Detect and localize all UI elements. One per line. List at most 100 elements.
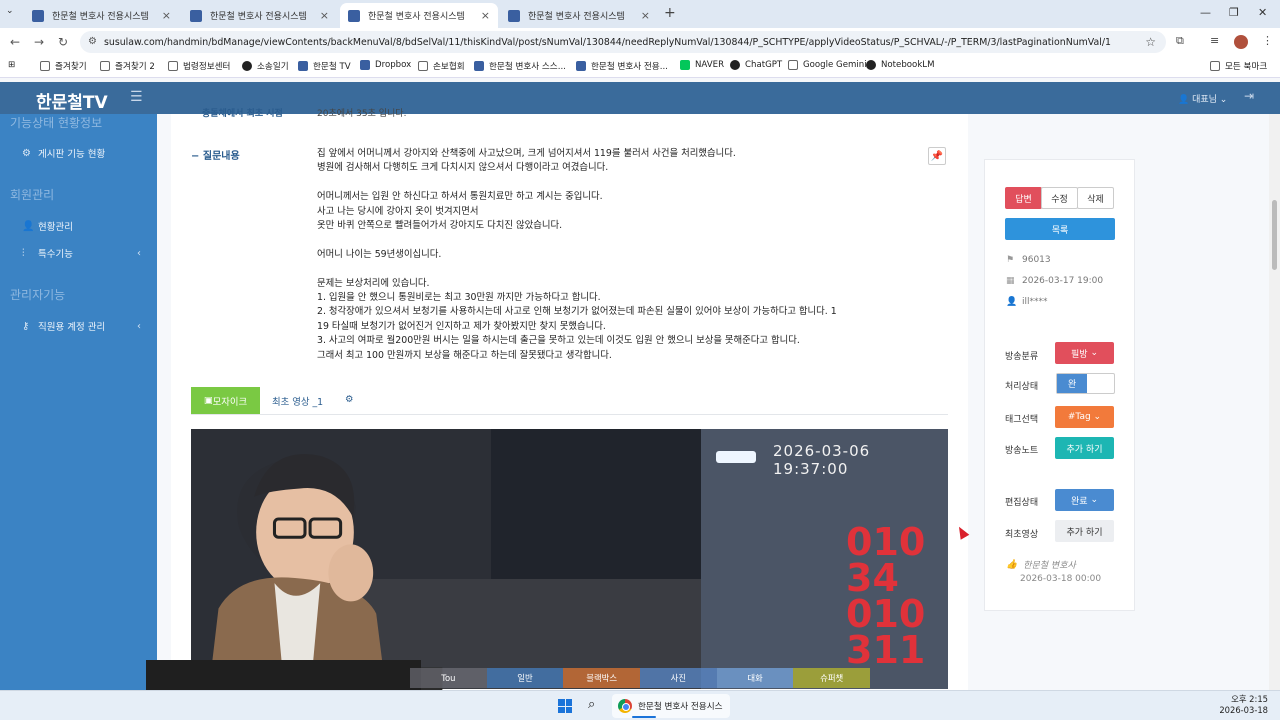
sidebar: 기능상태 현황정보 ⚙ 게시판 기능 현황 회원관리 👤 현황관리 ⫶ 특수기능 ‹ … [0, 114, 157, 690]
sidebar-item-label: 현황관리 [38, 222, 73, 233]
sidebar-item-special[interactable]: ⫶ 특수기능 ‹ [22, 246, 141, 261]
tab-search-icon[interactable]: ⌄ [6, 6, 14, 16]
bookmark-star-icon[interactable]: ☆ [1145, 35, 1156, 49]
sidebar-item-board-status[interactable]: ⚙ 게시판 기능 현황 [22, 146, 105, 161]
category-tou[interactable]: Tou [410, 668, 487, 688]
windows-start-icon[interactable] [558, 699, 572, 713]
reply-button[interactable]: 답변 [1005, 187, 1042, 209]
process-status-toggle[interactable]: 완 [1056, 373, 1115, 394]
site-favicon-icon [508, 9, 520, 22]
settings-gear-icon[interactable]: ⚙ [345, 394, 353, 405]
close-tab-icon[interactable]: × [641, 9, 650, 22]
bookmark-link[interactable]: 한문철 TV [298, 60, 351, 72]
edit-button[interactable]: 수정 [1041, 187, 1078, 209]
broadcast-note-label: 방송노트 [1005, 446, 1039, 456]
category-general[interactable]: 일반 [486, 668, 564, 688]
minimize-icon[interactable]: — [1200, 6, 1211, 19]
dropdown-value: 완료 [1071, 496, 1088, 507]
sidebar-section-title: 관리자기능 [10, 288, 66, 302]
close-window-icon[interactable]: ✕ [1258, 6, 1267, 19]
bookmark-link[interactable]: ChatGPT [730, 60, 782, 70]
user-menu[interactable]: 👤 대표님 ⌄ [1178, 92, 1227, 105]
sidebar-item-staff-accounts[interactable]: ⚷ 직원용 계정 관리 ‹ [22, 319, 141, 334]
question-line: 옷만 바퀴 안쪽으로 빨려들어가서 강아지도 다치진 않았습니다. [317, 220, 563, 232]
chrome-profile-avatar[interactable] [1234, 35, 1248, 49]
question-line: 3. 사고의 여파로 월200만원 버시는 일을 하시는데 출근을 못하고 있는… [317, 335, 800, 347]
new-tab-plus-icon[interactable]: + [664, 5, 676, 21]
field-label: 충돌체에서 최초 시점 [202, 109, 283, 119]
bookmark-label: 한문철 TV [313, 62, 351, 72]
bookmark-link[interactable]: 소송일기 [242, 60, 289, 72]
reading-list-icon[interactable]: ≡ [1210, 34, 1219, 47]
video-sign-text: 010 34 010 311 [846, 520, 926, 672]
browser-tab-active[interactable]: 한문철 변호사 전용시스템 × [340, 3, 498, 28]
reload-icon[interactable]: ↻ [58, 35, 68, 49]
bookmark-link[interactable]: NotebookLM [866, 60, 935, 70]
site-info-icon[interactable]: ⚙ [88, 36, 97, 47]
category-blackbox[interactable]: 블랙박스 [563, 668, 641, 688]
bookmark-folder[interactable]: 즐겨찾기 2 [100, 60, 155, 72]
user-name: 대표님 [1192, 95, 1217, 105]
system-clock[interactable]: 오후 2:15 2026-03-18 [1219, 694, 1268, 716]
site-icon [242, 61, 252, 71]
bookmark-folder[interactable]: 즐겨찾기 [40, 60, 87, 72]
hamburger-menu-icon[interactable]: ☰ [130, 89, 143, 105]
bookmark-link[interactable]: 손보협회 [418, 60, 465, 72]
back-arrow-icon[interactable]: ← [10, 35, 20, 49]
answer-author-name: 한문철 변호사 [1023, 561, 1076, 571]
add-note-button[interactable]: 추가 하기 [1055, 437, 1114, 459]
sidebar-item-member-status[interactable]: 👤 현황관리 [22, 219, 73, 234]
chrome-icon [618, 699, 632, 713]
bookmarks-bar: ⊞ 즐겨찾기 즐겨찾기 2 법령정보센터 소송일기 한문철 TV Dropbox… [0, 56, 1280, 78]
category-photo[interactable]: 사진 [640, 668, 717, 688]
dropdown-value: #Tag [1067, 412, 1091, 422]
forward-arrow-icon[interactable]: → [34, 35, 44, 49]
naver-icon [680, 60, 690, 70]
extensions-puzzle-icon[interactable]: ⧉ [1176, 34, 1184, 48]
bookmark-link[interactable]: Google Gemini [788, 60, 867, 70]
question-line: 어머니께서는 입원 안 하신다고 하셔서 통원치료만 하고 계시는 중입니다. [317, 191, 603, 203]
bookmark-folder[interactable]: 법령정보센터 [168, 60, 230, 72]
url-omnibox[interactable]: ⚙ susulaw.com/handmin/bdManage/viewConte… [80, 31, 1166, 53]
pin-icon[interactable]: 📌 [928, 147, 946, 165]
restore-icon[interactable]: ❐ [1229, 6, 1239, 19]
search-icon[interactable]: ⌕ [588, 697, 595, 712]
edit-status-label: 편집상태 [1005, 498, 1039, 508]
logout-icon[interactable]: ⇥ [1244, 89, 1254, 103]
category-superchat[interactable]: 슈퍼챗 [793, 668, 871, 688]
close-tab-icon[interactable]: × [320, 9, 329, 22]
taskbar-chrome-app[interactable]: 한문철 변호사 전용시스 [612, 694, 730, 718]
browser-tab[interactable]: 한문철 변호사 전용시스템 × [500, 3, 658, 28]
chrome-menu-icon[interactable]: ⋮ [1262, 34, 1273, 47]
answer-date: 2026-03-18 00:00 [1020, 574, 1102, 584]
category-chat[interactable]: 대화 [716, 668, 794, 688]
question-label: − 질문내용 [191, 151, 240, 162]
tag-select-dropdown[interactable]: #Tag ⌄ [1055, 406, 1114, 428]
all-bookmarks-folder[interactable]: 모든 북마크 [1210, 60, 1267, 72]
site-favicon-icon [32, 9, 44, 22]
delete-button[interactable]: 삭제 [1077, 187, 1114, 209]
page-scrollbar[interactable] [1269, 114, 1280, 690]
bookmark-link[interactable]: Dropbox [360, 60, 411, 70]
add-first-video-button[interactable]: 추가 하기 [1055, 520, 1114, 542]
close-tab-icon[interactable]: × [162, 9, 171, 22]
chevron-down-icon: ⌄ [1093, 412, 1102, 422]
app-logo[interactable]: 한문철TV [36, 88, 108, 113]
scrollbar-thumb[interactable] [1272, 200, 1277, 270]
browser-tab[interactable]: 한문철 변호사 전용시스템 × [24, 3, 179, 28]
bookmark-link[interactable]: 한문철 변호사 스스... [474, 60, 566, 72]
list-button[interactable]: 목록 [1005, 218, 1115, 240]
post-author: 👤 ill**** [1006, 297, 1048, 307]
calendar-icon: ▦ [1006, 276, 1015, 286]
close-tab-icon[interactable]: × [481, 9, 490, 22]
bookmark-link[interactable]: 한문철 변호사 전용... [576, 60, 668, 72]
apps-grid-icon[interactable]: ⊞ [8, 60, 15, 70]
bookmark-label: 즐겨찾기 [55, 62, 87, 72]
bookmark-link[interactable]: NAVER [680, 60, 724, 70]
user-icon: 👤 [1006, 297, 1018, 307]
broadcast-type-dropdown[interactable]: 필방 ⌄ [1055, 342, 1114, 364]
address-bar-row: ← → ↻ ⚙ susulaw.com/handmin/bdManage/vie… [0, 28, 1280, 56]
browser-tab[interactable]: 한문철 변호사 전용시스템 × [182, 3, 337, 28]
edit-status-dropdown[interactable]: 완료 ⌄ [1055, 489, 1114, 511]
toggle-on-label: 완 [1057, 374, 1087, 393]
